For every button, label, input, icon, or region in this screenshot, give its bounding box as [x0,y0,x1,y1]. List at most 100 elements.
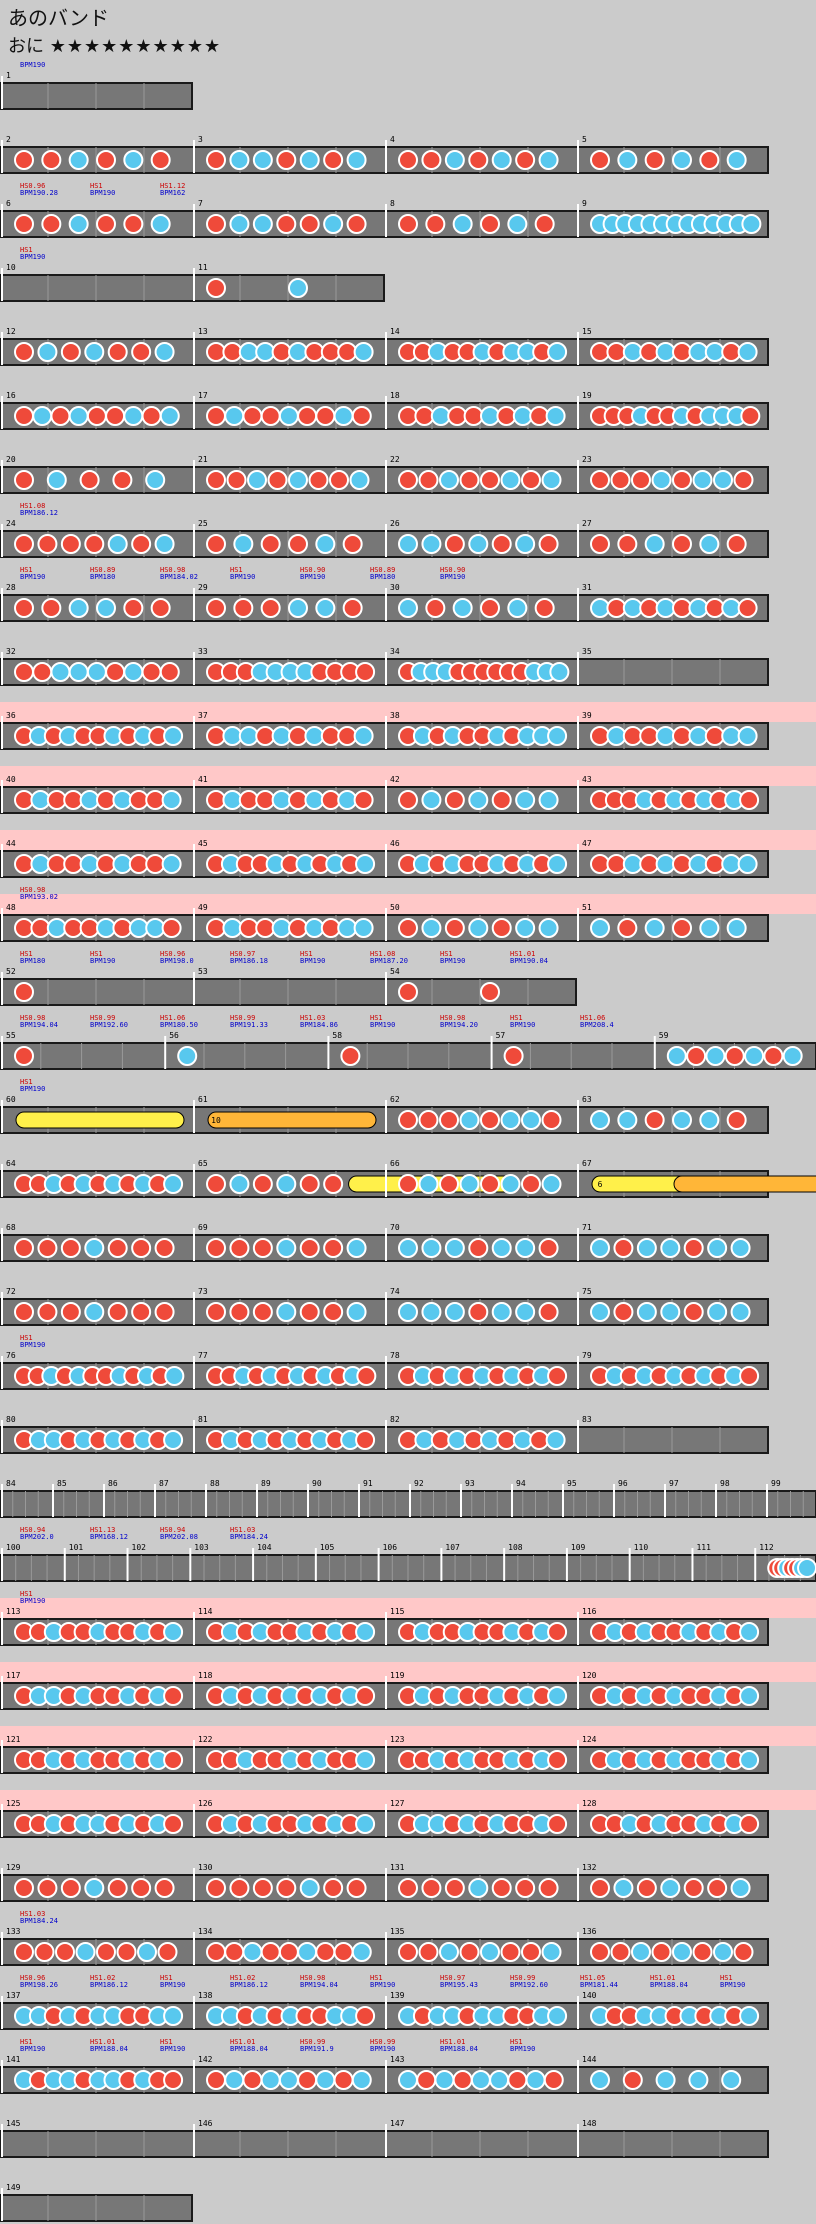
measure-number: 113 [6,1607,21,1616]
ka-note [421,534,442,554]
ka-note [692,470,713,490]
ka-note [447,1430,468,1450]
bpm-marker: BPM198.26 [20,1981,58,1989]
don-note [398,982,418,1002]
ka-note [726,150,747,170]
don-note [639,854,660,874]
ka-note [480,1942,500,1962]
don-note [60,342,81,362]
don-note [206,150,226,170]
measure-number: 123 [390,1735,405,1744]
don-note [37,534,58,554]
don-note [672,918,692,938]
measure-number: 111 [696,1543,711,1552]
don-note [299,214,320,234]
ka-note [107,534,128,554]
ka-note [150,214,171,234]
don-note [547,1622,568,1642]
measure-number: 77 [198,1351,208,1360]
measure-number: 52 [6,967,16,976]
don-note [491,790,512,810]
don-note [421,1878,442,1898]
don-note [84,534,105,554]
don-note [639,726,660,746]
measure-number: 55 [6,1031,16,1040]
don-note [112,918,133,938]
measure-number: 85 [57,1479,67,1488]
ka-note [739,1622,760,1642]
don-note [14,982,34,1002]
ka-note [349,470,370,490]
measure-number: 2 [6,135,11,144]
don-note [355,662,376,682]
don-note [463,1430,484,1450]
ka-note [655,598,676,618]
don-note [733,1942,754,1962]
don-note [14,406,34,426]
don-note [538,1878,559,1898]
ka-note [468,918,489,938]
ka-note [434,2070,455,2090]
bpm-marker: BPM190 [20,2045,45,2053]
don-note [610,470,631,490]
measure-number: 29 [198,583,208,592]
don-note [46,790,67,810]
ka-note [421,1302,442,1322]
measure-number: 61 [198,1095,208,1104]
ka-note [622,598,643,618]
ka-note [590,918,610,938]
don-note [444,1878,465,1898]
don-note [724,1046,745,1066]
measure-number: 98 [720,1479,730,1488]
don-note [276,1878,297,1898]
measure-number: 47 [582,839,592,848]
ka-note [672,1942,692,1962]
bpm-marker: BPM184.02 [160,573,198,581]
don-note [288,918,308,938]
ka-note [721,854,742,874]
measure-number: 45 [198,839,208,848]
don-note [538,534,559,554]
don-note [463,406,484,426]
don-note [14,662,34,682]
don-note [459,1942,480,1962]
ka-note [491,150,512,170]
measure-number: 5 [582,135,587,144]
bpm-marker: BPM184.24 [20,1917,58,1925]
don-note [320,790,341,810]
don-note [37,1302,58,1322]
ka-note [491,1238,512,1258]
measure-number: 17 [198,391,208,400]
don-note [229,1878,250,1898]
measure-number: 115 [390,1607,405,1616]
ka-note [590,1238,610,1258]
measure-number: 144 [582,2055,597,2064]
ka-note [636,1302,657,1322]
ka-note [739,2006,760,2026]
ka-note [515,790,536,810]
don-note [297,2070,318,2090]
don-note [398,214,418,234]
bpm-marker: BPM188.04 [440,2045,478,2053]
bpm-marker: BPM208.4 [580,1021,614,1029]
ka-note [515,534,536,554]
ka-note [421,790,442,810]
ka-note [68,662,89,682]
ka-note [439,1942,459,1962]
don-note [131,1878,152,1898]
measure-number: 33 [198,647,208,656]
bpm-marker: BPM181.44 [580,1981,618,1989]
don-note [154,1878,175,1898]
ka-note [163,726,184,746]
ka-note [154,534,175,554]
ka-note [337,790,358,810]
measure-number: 128 [582,1799,597,1808]
measure-number: 60 [6,1095,16,1104]
don-note [288,534,308,554]
bpm-marker: BPM190 [160,1981,185,1989]
don-note [683,1238,704,1258]
drumroll [15,1111,185,1129]
don-note [496,406,517,426]
ka-note [470,2070,491,2090]
don-note [79,918,100,938]
